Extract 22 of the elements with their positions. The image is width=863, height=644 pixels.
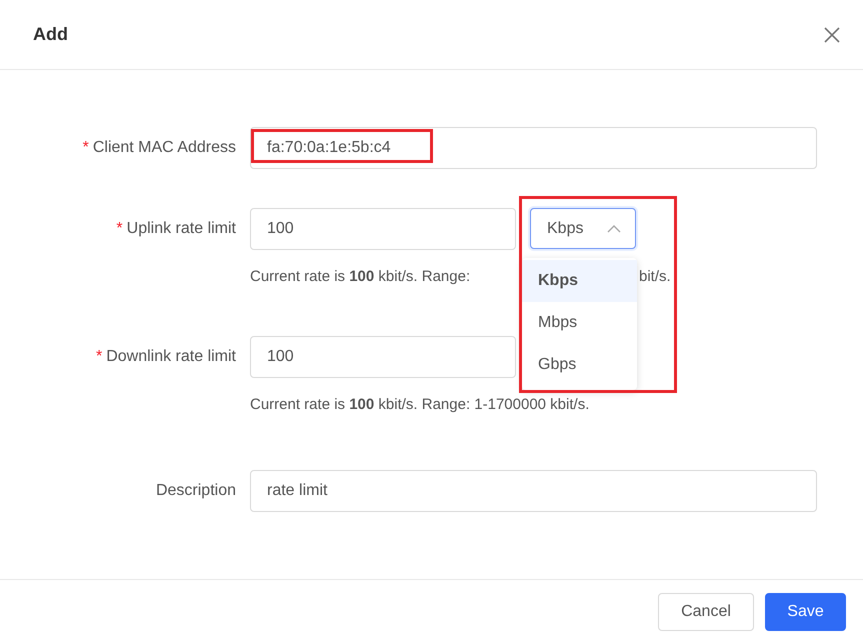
field-label: Downlink rate limit <box>106 348 236 366</box>
save-button[interactable]: Save <box>765 593 846 631</box>
unit-select[interactable]: Kbps <box>530 208 636 249</box>
required-marker: * <box>82 138 89 156</box>
cancel-button[interactable]: Cancel <box>658 593 754 631</box>
required-marker: * <box>116 220 123 238</box>
hint-text: bit/s. <box>639 268 671 286</box>
dialog-title: Add <box>33 24 68 45</box>
dropdown-option[interactable]: Kbps <box>522 260 637 302</box>
input-field[interactable]: 100 <box>250 336 516 378</box>
field-label: Uplink rate limit <box>126 220 236 238</box>
hint-text: Current rate is 100 kbit/s. Range: 1-1700000 kbit/s. <box>250 396 590 414</box>
field-label: Client MAC Address <box>92 138 236 156</box>
hint-text: Current rate is 100 kbit/s. Range: <box>250 268 470 286</box>
dropdown-option[interactable]: Mbps <box>522 302 637 344</box>
input-field[interactable]: rate limit <box>250 470 817 512</box>
input-field[interactable]: fa:70:0a:1e:5b:c4 <box>250 127 817 169</box>
required-marker: * <box>96 348 102 366</box>
dropdown-option[interactable]: Gbps <box>522 344 637 386</box>
field-label: Description <box>156 482 236 500</box>
close-icon[interactable] <box>823 26 841 44</box>
input-field[interactable]: 100 <box>250 208 516 250</box>
